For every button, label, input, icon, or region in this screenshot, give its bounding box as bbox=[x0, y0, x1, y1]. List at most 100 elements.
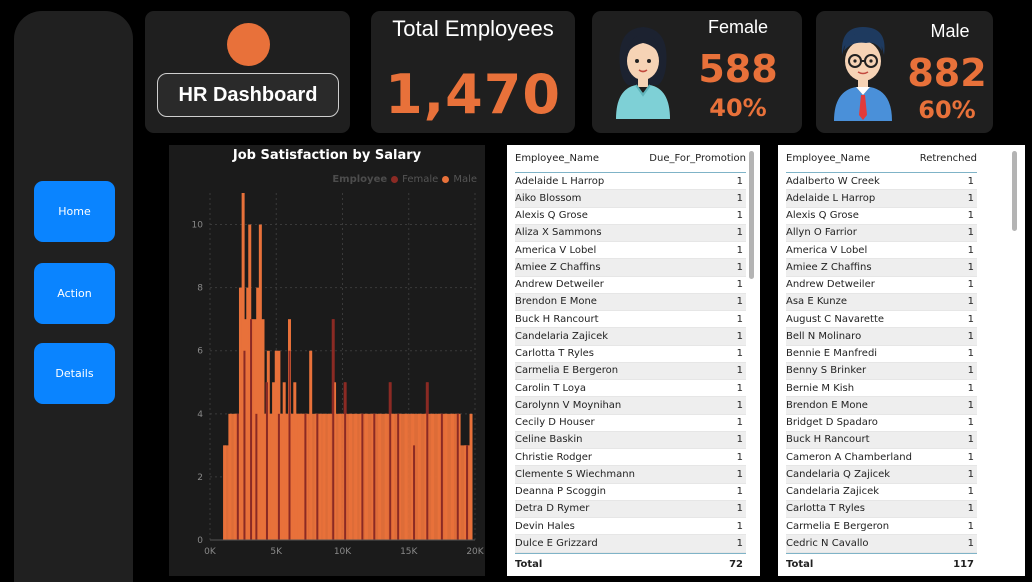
retrenched-row[interactable]: Cameron A Chamberland 1 bbox=[786, 449, 977, 467]
promotion-row[interactable]: Devin Hales 1 bbox=[515, 518, 746, 536]
promotion-row[interactable]: Adelaide L Harrop 1 bbox=[515, 173, 746, 191]
retrenched-row[interactable]: Brendon E Mone 1 bbox=[786, 397, 977, 415]
male-bar bbox=[281, 413, 285, 540]
y-tick-label: 0 bbox=[197, 536, 203, 546]
promotion-row[interactable]: Celine Baskin 1 bbox=[515, 431, 746, 449]
retrenched-row[interactable]: America V Lobel 1 bbox=[786, 242, 977, 260]
retrenched-row[interactable]: Carlotta T Ryles 1 bbox=[786, 500, 977, 518]
details-button[interactable]: Details bbox=[34, 343, 115, 404]
retrenched-row[interactable]: Asa E Kunze 1 bbox=[786, 293, 977, 311]
promotion-col-name-header[interactable]: Employee_Name bbox=[515, 153, 599, 164]
retrenched-row[interactable]: Benny S Brinker 1 bbox=[786, 362, 977, 380]
retrenched-row[interactable]: Cedric N Cavallo 1 bbox=[786, 535, 977, 553]
retrenched-row-value: 1 bbox=[967, 261, 974, 273]
retrenched-row-name: Amiee Z Chaffins bbox=[786, 261, 872, 273]
sidebar: Home Action Details bbox=[14, 11, 133, 582]
job-satisfaction-chart[interactable]: Job Satisfaction by Salary Employee Fema… bbox=[169, 145, 485, 576]
promotion-row[interactable]: Alexis Q Grose 1 bbox=[515, 208, 746, 225]
home-button[interactable]: Home bbox=[34, 181, 115, 242]
promotion-row[interactable]: Buck H Rancourt 1 bbox=[515, 311, 746, 329]
retrenched-row-value: 1 bbox=[967, 434, 974, 446]
promotion-row[interactable]: Carolynn V Moynihan 1 bbox=[515, 397, 746, 415]
hr-dashboard-button[interactable]: HR Dashboard bbox=[157, 73, 339, 117]
promotion-row-value: 1 bbox=[736, 313, 743, 325]
retrenched-row[interactable]: Amiee Z Chaffins 1 bbox=[786, 259, 977, 277]
retrenched-row[interactable]: Alexis Q Grose 1 bbox=[786, 208, 977, 225]
x-tick-label: 0K bbox=[204, 547, 217, 557]
promotion-row-value: 1 bbox=[736, 434, 743, 446]
retrenched-row-value: 1 bbox=[967, 503, 974, 515]
retrenched-row[interactable]: Bernie M Kish 1 bbox=[786, 380, 977, 398]
promotion-row-value: 1 bbox=[736, 382, 743, 394]
action-button[interactable]: Action bbox=[34, 263, 115, 324]
retrenched-col-name-header[interactable]: Employee_Name bbox=[786, 153, 870, 164]
promotion-row[interactable]: Deanna P Scoggin 1 bbox=[515, 484, 746, 501]
retrenched-table[interactable]: Employee_Name Retrenched Adalberto W Cre… bbox=[778, 145, 1025, 576]
retrenched-row-value: 1 bbox=[967, 348, 974, 360]
retrenched-row[interactable]: Carmelia E Bergeron 1 bbox=[786, 518, 977, 536]
retrenched-row[interactable]: Allyn O Farrior 1 bbox=[786, 224, 977, 242]
promotion-row-value: 1 bbox=[736, 520, 743, 532]
promotion-table[interactable]: Employee_Name Due_For_Promotion Adelaide… bbox=[507, 145, 760, 576]
retrenched-row-value: 1 bbox=[967, 227, 974, 239]
female-bar bbox=[466, 445, 469, 540]
retrenched-row-value: 1 bbox=[967, 279, 974, 291]
promotion-row-name: Detra D Rymer bbox=[515, 503, 590, 515]
retrenched-row[interactable]: Candelaria Q Zajicek 1 bbox=[786, 466, 977, 484]
retrenched-col-value-header[interactable]: Retrenched bbox=[920, 153, 977, 164]
promotion-row-value: 1 bbox=[736, 192, 743, 204]
promotion-row[interactable]: Brendon E Mone 1 bbox=[515, 293, 746, 311]
retrenched-row[interactable]: Bridget D Spadaro 1 bbox=[786, 415, 977, 432]
promotion-row-name: Brendon E Mone bbox=[515, 296, 597, 308]
retrenched-row-value: 1 bbox=[967, 468, 974, 480]
promotion-row[interactable]: Christie Rodger 1 bbox=[515, 449, 746, 467]
promotion-row[interactable]: Candelaria Zajicek 1 bbox=[515, 328, 746, 346]
retrenched-row-name: Allyn O Farrior bbox=[786, 227, 857, 239]
retrenched-row[interactable]: Buck H Rancourt 1 bbox=[786, 431, 977, 449]
retrenched-table-total: Total 117 bbox=[786, 553, 977, 575]
retrenched-row[interactable]: Candelaria Zajicek 1 bbox=[786, 484, 977, 501]
male-card: Male 882 60% bbox=[816, 11, 993, 133]
male-bar bbox=[297, 413, 301, 540]
total-employees-card: Total Employees 1,470 bbox=[371, 11, 575, 133]
retrenched-row-value: 1 bbox=[967, 244, 974, 256]
promotion-row-name: Clemente S Wiechmann bbox=[515, 468, 635, 480]
y-tick-label: 2 bbox=[197, 473, 203, 483]
female-bar bbox=[332, 319, 335, 540]
male-bar bbox=[445, 413, 453, 540]
retrenched-row[interactable]: Adelaide L Harrop 1 bbox=[786, 190, 977, 208]
y-tick-label: 8 bbox=[197, 284, 203, 294]
retrenched-row[interactable]: Bennie E Manfredi 1 bbox=[786, 346, 977, 363]
retrenched-scrollbar[interactable] bbox=[1012, 151, 1017, 231]
x-tick-label: 15K bbox=[400, 547, 418, 557]
promotion-scrollbar[interactable] bbox=[749, 151, 754, 279]
promotion-row[interactable]: Detra D Rymer 1 bbox=[515, 500, 746, 518]
promotion-row[interactable]: Amiee Z Chaffins 1 bbox=[515, 259, 746, 277]
male-bar bbox=[252, 413, 256, 540]
male-bar bbox=[292, 413, 295, 540]
promotion-row[interactable]: Cecily D Houser 1 bbox=[515, 415, 746, 432]
promotion-row[interactable]: Carmelia E Bergeron 1 bbox=[515, 362, 746, 380]
retrenched-row[interactable]: August C Navarette 1 bbox=[786, 311, 977, 329]
promotion-row[interactable]: Aliza X Sammons 1 bbox=[515, 224, 746, 242]
promotion-row[interactable]: Andrew Detweiler 1 bbox=[515, 277, 746, 294]
promotion-row[interactable]: Aiko Blossom 1 bbox=[515, 190, 746, 208]
retrenched-row[interactable]: Andrew Detweiler 1 bbox=[786, 277, 977, 294]
retrenched-row-value: 1 bbox=[967, 537, 974, 549]
retrenched-row[interactable]: Bell N Molinaro 1 bbox=[786, 328, 977, 346]
promotion-row[interactable]: Dulce E Grizzard 1 bbox=[515, 535, 746, 553]
promotion-row[interactable]: Clemente S Wiechmann 1 bbox=[515, 466, 746, 484]
retrenched-row[interactable]: Adalberto W Creek 1 bbox=[786, 173, 977, 191]
female-title: Female bbox=[707, 17, 769, 37]
retrenched-row-name: Cedric N Cavallo bbox=[786, 537, 869, 549]
promotion-row[interactable]: Carolin T Loya 1 bbox=[515, 380, 746, 398]
promotion-row[interactable]: Carlotta T Ryles 1 bbox=[515, 346, 746, 363]
retrenched-row-value: 1 bbox=[967, 313, 974, 325]
promotion-row[interactable]: America V Lobel 1 bbox=[515, 242, 746, 260]
male-bar bbox=[399, 413, 407, 540]
male-bar bbox=[379, 413, 387, 540]
retrenched-row-value: 1 bbox=[967, 192, 974, 204]
retrenched-row-value: 1 bbox=[967, 399, 974, 411]
promotion-col-value-header[interactable]: Due_For_Promotion bbox=[649, 153, 746, 164]
promotion-row-value: 1 bbox=[736, 503, 743, 515]
